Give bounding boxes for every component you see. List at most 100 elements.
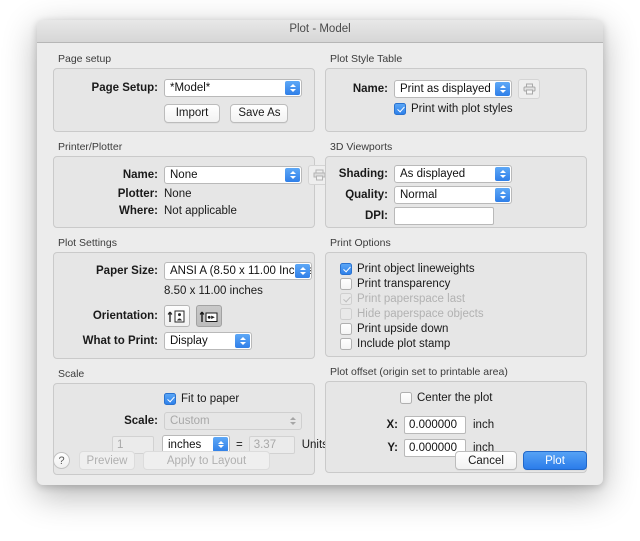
window-title: Plot - Model [289, 23, 351, 35]
plot-button[interactable]: Plot [523, 451, 587, 470]
print-transparency-checkbox[interactable] [340, 278, 352, 290]
center-the-plot-checkbox[interactable] [400, 392, 412, 404]
page-setup-select-value: *Model* [170, 82, 211, 94]
dpi-label: DPI: [365, 210, 388, 222]
landscape-icon [199, 311, 218, 322]
orientation-label: Orientation: [92, 310, 158, 322]
print-with-plot-styles-checkbox[interactable] [394, 103, 406, 115]
quality-label: Quality: [345, 189, 388, 201]
paper-size-select[interactable]: ANSI A (8.50 x 11.00 Inches) [164, 262, 312, 280]
dpi-input[interactable] [394, 207, 494, 225]
viewports-3d-group-label: 3D Viewports [330, 141, 393, 153]
include-plot-stamp-label: Include plot stamp [357, 338, 451, 350]
plot-style-edit-button[interactable] [518, 79, 540, 99]
where-label: Where: [119, 205, 158, 217]
save-as-button[interactable]: Save As [230, 103, 289, 123]
scale-select[interactable]: Custom [164, 412, 302, 430]
plot-style-select[interactable]: Print as displayed [394, 80, 512, 98]
plot-offset-group-label: Plot offset (origin set to printable are… [330, 366, 508, 378]
left-column: Page setup Page Setup: *Model* Import Sa… [53, 53, 330, 484]
printer-name-label: Name: [122, 169, 158, 181]
quality-select-value: Normal [400, 189, 438, 201]
window-titlebar[interactable]: Plot - Model [37, 20, 603, 43]
printer-name-select[interactable]: None [164, 166, 302, 184]
chevron-updown-icon [285, 81, 300, 95]
paper-size-label: Paper Size: [96, 265, 158, 277]
print-object-lineweights-checkbox[interactable] [340, 263, 352, 275]
hide-paperspace-objects-label: Hide paperspace objects [357, 308, 484, 320]
print-object-lineweights-label: Print object lineweights [357, 263, 475, 275]
paper-dimensions-text: 8.50 x 11.00 inches [164, 285, 263, 297]
printer-plotter-group: Printer/Plotter Name: None Plotter: None… [53, 141, 330, 228]
fit-to-paper-checkbox[interactable] [164, 393, 176, 405]
offset-x-label: X: [386, 419, 399, 431]
offset-x-input[interactable]: 0.000000 [404, 416, 466, 434]
page-setup-group-label: Page setup [58, 53, 112, 65]
quality-select[interactable]: Normal [394, 186, 512, 204]
print-upside-down-checkbox[interactable] [340, 323, 352, 335]
import-button[interactable]: Import [164, 103, 220, 123]
print-options-group: Print Options Print object lineweights P… [325, 237, 587, 357]
print-paperspace-last-checkbox [340, 293, 352, 305]
shading-select-value: As displayed [400, 168, 466, 180]
orientation-portrait-button[interactable] [164, 305, 190, 327]
shading-select[interactable]: As displayed [394, 165, 512, 183]
right-column: Plot Style Table Name: Print as displaye… [325, 53, 587, 482]
page-setup-name-label: Page Setup: [91, 82, 158, 94]
printer-plotter-group-label: Printer/Plotter [58, 141, 123, 153]
center-the-plot-label: Center the plot [417, 392, 493, 404]
chevron-updown-icon [285, 414, 300, 428]
print-option-row[interactable]: Print upside down [340, 323, 586, 335]
print-upside-down-label: Print upside down [357, 323, 449, 335]
chevron-updown-icon [285, 168, 300, 182]
print-option-row[interactable]: Include plot stamp [340, 338, 586, 350]
print-option-row: Print paperspace last [340, 293, 586, 305]
fit-to-paper-label: Fit to paper [181, 393, 240, 405]
page-setup-select[interactable]: *Model* [164, 79, 302, 97]
print-options-group-label: Print Options [330, 237, 391, 249]
printer-plotter-group-body: Name: None Plotter: None Where: Not appl… [53, 156, 330, 228]
scale-label: Scale: [124, 415, 158, 427]
what-to-print-select-value: Display [170, 335, 208, 347]
chevron-updown-icon [295, 264, 310, 278]
cancel-button[interactable]: Cancel [455, 451, 517, 470]
print-with-plot-styles-label: Print with plot styles [411, 103, 513, 115]
shading-label: Shading: [338, 168, 388, 180]
chevron-updown-icon [495, 167, 510, 181]
help-button[interactable]: ? [53, 452, 70, 469]
printer-icon [523, 83, 535, 95]
viewports-3d-group-body: Shading: As displayed Quality: Normal DP… [325, 156, 587, 228]
scale-select-value: Custom [170, 415, 210, 427]
what-to-print-select[interactable]: Display [164, 332, 252, 350]
plot-style-table-group: Plot Style Table Name: Print as displaye… [325, 53, 587, 132]
chevron-updown-icon [235, 334, 250, 348]
include-plot-stamp-checkbox[interactable] [340, 338, 352, 350]
plot-dialog-window: Plot - Model Page setup Page Setup: *Mod… [37, 20, 603, 485]
viewports-3d-group: 3D Viewports Shading: As displayed Quali… [325, 141, 587, 228]
paper-size-select-value: ANSI A (8.50 x 11.00 Inches) [170, 265, 311, 277]
portrait-icon [167, 310, 185, 322]
plotter-value: None [164, 188, 192, 200]
dialog-footer: ? Preview Apply to Layout Cancel Plot [37, 439, 603, 485]
page-setup-group: Page setup Page Setup: *Model* Import Sa… [53, 53, 315, 132]
plot-style-name-label: Name: [352, 83, 388, 95]
chevron-updown-icon [495, 82, 510, 96]
plotter-label: Plotter: [117, 188, 158, 200]
dialog-content: Page setup Page Setup: *Model* Import Sa… [37, 43, 603, 485]
plot-style-table-group-body: Name: Print as displayed Print with plot… [325, 68, 587, 132]
orientation-landscape-button[interactable] [196, 305, 222, 327]
print-option-row: Hide paperspace objects [340, 308, 586, 320]
plot-settings-group-label: Plot Settings [58, 237, 117, 249]
print-option-row[interactable]: Print object lineweights [340, 263, 586, 275]
print-options-group-body: Print object lineweights Print transpare… [325, 252, 587, 357]
preview-button: Preview [79, 451, 135, 470]
print-option-row[interactable]: Print transparency [340, 278, 586, 290]
what-to-print-label: What to Print: [82, 335, 158, 347]
plot-settings-group: Plot Settings Paper Size: ANSI A (8.50 x… [53, 237, 315, 359]
scale-group-label: Scale [58, 368, 85, 380]
plot-settings-group-body: Paper Size: ANSI A (8.50 x 11.00 Inches)… [53, 252, 315, 359]
where-value: Not applicable [164, 205, 237, 217]
print-transparency-label: Print transparency [357, 278, 451, 290]
offset-x-unit: inch [473, 419, 495, 431]
print-paperspace-last-label: Print paperspace last [357, 293, 466, 305]
